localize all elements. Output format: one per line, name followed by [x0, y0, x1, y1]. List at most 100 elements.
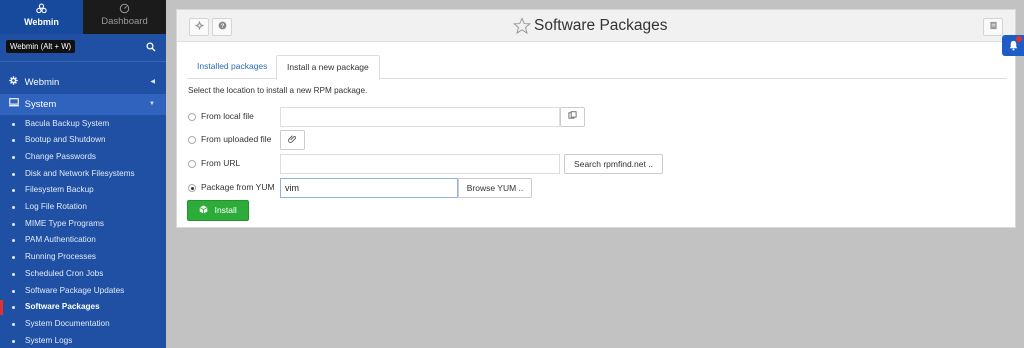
file-chooser-icon — [568, 111, 577, 122]
bullet-icon — [12, 222, 15, 226]
bullet-icon — [12, 256, 15, 260]
file-chooser-button[interactable] — [560, 107, 585, 127]
sidebar-item-label: Disk and Network Filesystems — [25, 168, 135, 178]
sidebar-item-log-file-rotation[interactable]: Log File Rotation — [0, 199, 166, 216]
sidebar-item-scheduled-cron-jobs[interactable]: Scheduled Cron Jobs — [0, 266, 166, 283]
page-title: Software Packages — [534, 17, 668, 34]
webmin-logo-icon — [0, 0, 83, 15]
active-marker — [0, 300, 3, 316]
install-button-label: Install — [214, 205, 237, 215]
monitor-icon — [9, 94, 22, 115]
gear-icon — [194, 21, 204, 32]
notification-badge — [1016, 36, 1022, 42]
radio-url[interactable] — [188, 160, 196, 168]
tab-install-new-package[interactable]: Install a new package — [276, 55, 380, 80]
tab-installed-packages[interactable]: Installed packages — [187, 55, 277, 79]
search-rpmfind-button[interactable]: Search rpmfind.net .. — [564, 154, 663, 174]
sidebar-item-label: Scheduled Cron Jobs — [25, 268, 104, 278]
package-icon — [199, 205, 210, 215]
sidebar-item-label: Software Packages — [25, 302, 100, 312]
sidebar-item-label: Bacula Backup System — [25, 118, 110, 128]
tab-bar: Installed packages Install a new package — [187, 55, 1007, 80]
option-row-uploaded-file: From uploaded file — [188, 130, 1008, 152]
upload-file-button[interactable] — [280, 130, 305, 150]
bullet-icon — [12, 189, 15, 193]
bullet-icon — [12, 172, 15, 176]
sidebar-item-label: Bootup and Shutdown — [25, 135, 106, 145]
sidebar-item-label: Software Package Updates — [25, 285, 125, 295]
option-row-yum: Package from YUM vim Browse YUM .. — [188, 178, 1008, 200]
option-row-url: From URL Search rpmfind.net .. — [188, 154, 1008, 176]
instruction-text: Select the location to install a new RPM… — [188, 86, 368, 95]
bell-icon — [1008, 40, 1019, 53]
sidebar-topbar: Webmin Dashboard — [0, 0, 166, 34]
sidebar-item-bootup-and-shutdown[interactable]: Bootup and Shutdown — [0, 132, 166, 149]
chevron-down-icon: ▼ — [149, 101, 155, 107]
sidebar-search-row: Webmin (Alt + W) — [0, 34, 166, 62]
help-icon: ? — [218, 21, 227, 32]
tab-webmin[interactable]: Webmin — [0, 0, 83, 34]
sidebar-item-software-packages[interactable]: Software Packages — [0, 299, 166, 316]
sidebar-category-label: System — [24, 99, 57, 110]
sidebar-item-disk-and-network-filesystems[interactable]: Disk and Network Filesystems — [0, 166, 166, 183]
bullet-icon — [12, 306, 15, 310]
sidebar-item-label: Filesystem Backup — [25, 185, 94, 195]
sidebar-item-system-documentation[interactable]: System Documentation — [0, 316, 166, 333]
sidebar-item-label: PAM Authentication — [25, 235, 96, 245]
tab-dashboard[interactable]: Dashboard — [83, 0, 166, 34]
help-button[interactable]: ? — [212, 18, 232, 36]
sidebar: Webmin Dashboard Webmin (Alt + W) Webmin… — [0, 0, 166, 348]
tab-webmin-label: Webmin — [24, 17, 59, 27]
main-panel: ? Software Packages Installed packages I… — [176, 9, 1016, 228]
paperclip-icon — [288, 135, 297, 145]
sidebar-item-software-package-updates[interactable]: Software Package Updates — [0, 283, 166, 300]
sidebar-item-change-passwords[interactable]: Change Passwords — [0, 149, 166, 166]
option-label: From URL — [201, 158, 241, 168]
sidebar-category-label: Webmin — [24, 77, 60, 88]
chevron-left-icon: ◀ — [150, 79, 155, 85]
url-input[interactable] — [280, 154, 560, 174]
sidebar-category-system[interactable]: System ▼ — [0, 94, 166, 115]
option-label: From uploaded file — [201, 134, 272, 144]
bullet-icon — [12, 206, 15, 209]
search-icon[interactable] — [146, 42, 156, 52]
sidebar-item-label: System Logs — [25, 335, 73, 345]
sidebar-item-label: Running Processes — [25, 252, 96, 262]
bullet-icon — [12, 139, 15, 143]
tab-dashboard-label: Dashboard — [101, 16, 148, 27]
view-docs-button[interactable] — [983, 18, 1003, 36]
panel-header: ? Software Packages — [177, 10, 1015, 42]
sidebar-item-label: System Documentation — [25, 318, 110, 328]
option-label: Package from YUM — [201, 182, 275, 192]
gear-icon — [9, 72, 22, 93]
option-row-local-file: From local file — [188, 107, 1008, 129]
radio-uploaded-file[interactable] — [188, 136, 196, 144]
option-label: From local file — [201, 111, 254, 121]
sidebar-item-running-processes[interactable]: Running Processes — [0, 249, 166, 266]
sidebar-item-label: Log File Rotation — [25, 202, 87, 211]
sidebar-item-label: Change Passwords — [25, 151, 96, 161]
bullet-icon — [12, 122, 15, 126]
module-config-button[interactable] — [189, 18, 209, 36]
sidebar-item-filesystem-backup[interactable]: Filesystem Backup — [0, 182, 166, 199]
radio-local-file[interactable] — [188, 113, 196, 121]
install-button[interactable]: Install — [187, 200, 249, 221]
local-file-input[interactable] — [280, 107, 560, 127]
svg-text:?: ? — [220, 24, 224, 30]
star-icon[interactable] — [512, 17, 532, 35]
webmin-tooltip: Webmin (Alt + W) — [6, 40, 76, 53]
document-icon — [989, 21, 998, 32]
yum-package-input[interactable]: vim — [280, 178, 458, 198]
sidebar-item-label: MIME Type Programs — [25, 218, 105, 228]
sidebar-item-mime-type-programs[interactable]: MIME Type Programs — [0, 216, 166, 233]
browse-yum-button[interactable]: Browse YUM .. — [458, 178, 532, 198]
sidebar-category-webmin[interactable]: Webmin ◀ — [0, 72, 166, 93]
dashboard-icon — [83, 0, 166, 15]
radio-package-from-yum[interactable] — [188, 184, 196, 192]
sidebar-item-pam-authentication[interactable]: PAM Authentication — [0, 232, 166, 249]
bullet-icon — [12, 339, 15, 343]
sidebar-item-bacula-backup-system[interactable]: Bacula Backup System — [0, 116, 166, 133]
bullet-icon — [12, 289, 15, 293]
bullet-icon — [12, 155, 15, 159]
sidebar-item-system-logs[interactable]: System Logs — [0, 333, 166, 348]
